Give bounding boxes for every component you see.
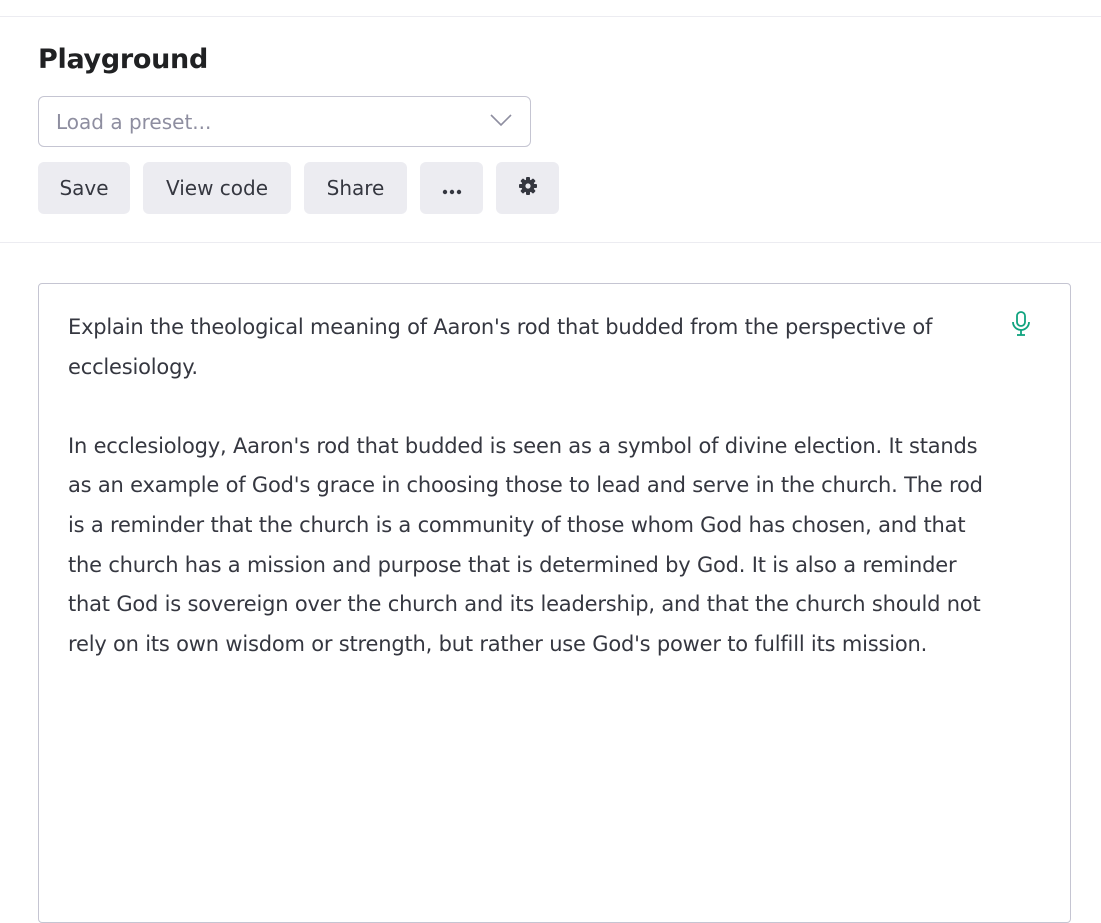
preset-placeholder: Load a preset... (56, 110, 212, 134)
more-options-button[interactable] (420, 162, 483, 214)
microphone-icon[interactable] (1009, 310, 1033, 342)
view-code-button[interactable]: View code (143, 162, 291, 214)
prompt-text: Explain the theological meaning of Aaron… (68, 315, 939, 379)
section-divider (0, 242, 1101, 243)
settings-button[interactable] (496, 162, 559, 214)
gear-icon (518, 176, 538, 201)
editor-content[interactable]: Explain the theological meaning of Aaron… (68, 308, 998, 664)
preset-select[interactable]: Load a preset... (38, 96, 531, 147)
save-button[interactable]: Save (38, 162, 130, 214)
prompt-editor[interactable]: Explain the theological meaning of Aaron… (38, 283, 1071, 923)
top-divider (0, 16, 1101, 17)
ellipsis-icon (442, 176, 462, 200)
share-button[interactable]: Share (304, 162, 407, 214)
completion-text: In ecclesiology, Aaron's rod that budded… (68, 433, 990, 656)
chevron-down-icon (490, 112, 512, 131)
page-title: Playground (38, 44, 208, 75)
